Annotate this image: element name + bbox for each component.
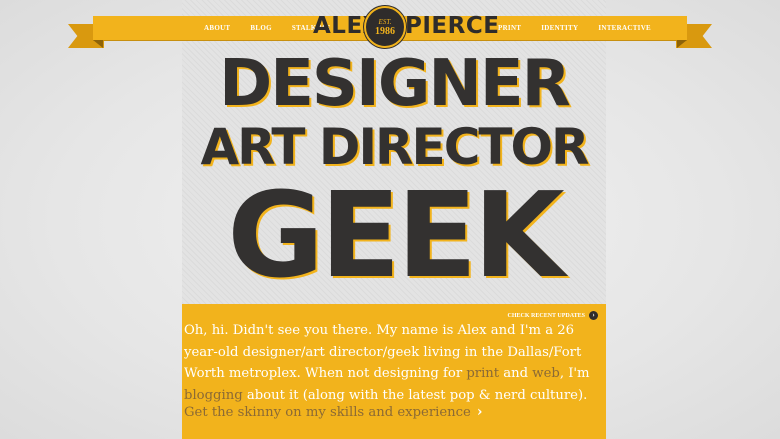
logo-year: 1986 [375, 25, 395, 37]
logo-last-name[interactable]: PIERCE [405, 11, 499, 41]
nav-about[interactable]: ABOUT [204, 24, 230, 32]
nav-identity[interactable]: IDENTITY [541, 24, 578, 32]
nav-right: PRINT IDENTITY INTERACTIVE [498, 16, 651, 40]
nav-left: ABOUT BLOG STALK ME [204, 16, 330, 40]
headline-geek: GEEK [227, 166, 565, 304]
skills-experience-link[interactable]: Get the skinny on my skills and experien… [184, 404, 482, 420]
nav-print[interactable]: PRINT [498, 24, 521, 32]
bio-paragraph: Oh, hi. Didn't see you there. My name is… [184, 320, 596, 406]
check-recent-updates-label: CHECK RECENT UPDATES [507, 312, 585, 319]
web-link[interactable]: web [532, 366, 560, 381]
skills-experience-label: Get the skinny on my skills and experien… [184, 404, 471, 420]
bio-text-and: and [499, 366, 533, 381]
bio-text-part2: , I'm [559, 366, 590, 381]
chevron-right-icon: › [589, 311, 598, 320]
bio-text-part3: about it (along with the latest pop & ne… [242, 387, 588, 403]
check-recent-updates-link[interactable]: CHECK RECENT UPDATES › [508, 311, 598, 320]
nav-interactive[interactable]: INTERACTIVE [598, 24, 651, 32]
logo-est: EST. [378, 17, 392, 26]
header-ribbon: ABOUT BLOG STALK ME ALEX EST. 1986 PIERC… [0, 6, 780, 50]
blogging-link[interactable]: blogging [184, 388, 243, 403]
print-link[interactable]: print [466, 366, 499, 381]
nav-blog[interactable]: BLOG [250, 24, 271, 32]
logo-badge[interactable]: EST. 1986 [364, 6, 406, 48]
chevron-right-icon: › [476, 404, 483, 420]
bio-box: CHECK RECENT UPDATES › Oh, hi. Didn't se… [182, 304, 606, 439]
headline-designer: DESIGNER [219, 47, 571, 121]
